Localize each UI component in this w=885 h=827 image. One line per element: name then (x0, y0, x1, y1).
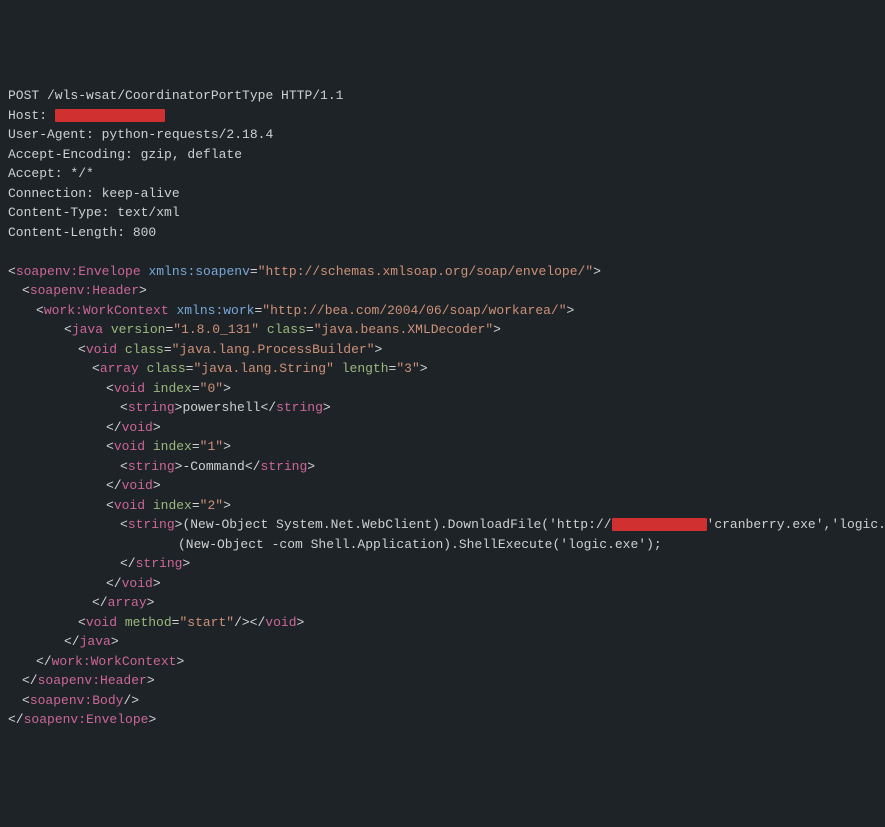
code-block: POST /wls-wsat/CoordinatorPortType HTTP/… (8, 86, 877, 730)
